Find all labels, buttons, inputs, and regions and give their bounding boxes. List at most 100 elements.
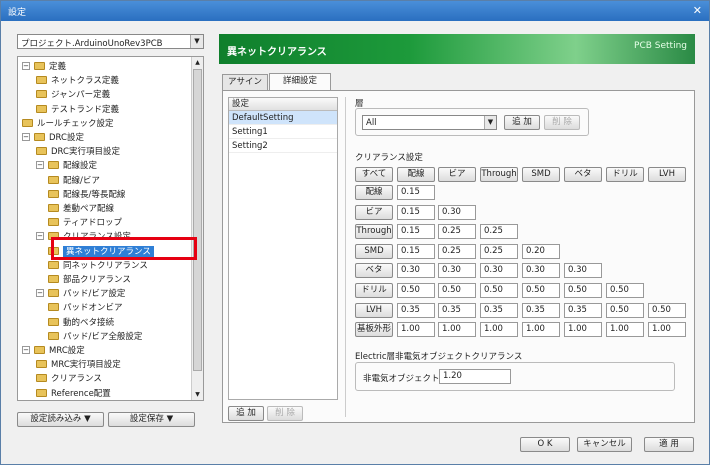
tree-item[interactable]: ティアドロップ	[48, 216, 122, 230]
clearance-cell[interactable]: 0.30	[564, 263, 602, 279]
clearance-cell[interactable]: 0.50	[606, 302, 644, 318]
row-button[interactable]: ベタ	[355, 263, 393, 279]
row-button[interactable]: ドリル	[355, 283, 393, 298]
list-item[interactable]: DefaultSetting	[229, 111, 337, 125]
column-button[interactable]: ドリル	[606, 167, 644, 182]
tree-item[interactable]: − MRC設定	[22, 344, 85, 358]
clearance-cell[interactable]: 0.25	[480, 243, 518, 259]
layer-select[interactable]: All ▼	[362, 115, 497, 130]
clearance-cell[interactable]: 0.25	[438, 243, 476, 259]
clearance-cell[interactable]: 0.50	[480, 283, 518, 298]
tree-item[interactable]: テストランド定義	[36, 103, 119, 117]
clearance-cell[interactable]: 1.00	[522, 322, 560, 338]
clearance-cell[interactable]: 0.25	[438, 224, 476, 240]
add-layer-button[interactable]: 追 加	[504, 115, 540, 130]
clearance-cell[interactable]: 1.00	[564, 322, 602, 338]
collapse-icon[interactable]: −	[22, 62, 30, 70]
tree-item[interactable]: − DRC設定	[22, 131, 84, 145]
clearance-cell[interactable]: 0.35	[397, 302, 435, 318]
row-button[interactable]: 配線	[355, 185, 393, 200]
tree-item[interactable]: Reference配置	[36, 387, 111, 400]
clearance-cell[interactable]: 0.30	[397, 263, 435, 279]
row-button[interactable]: LVH	[355, 302, 393, 318]
clearance-cell[interactable]: 0.15	[397, 243, 435, 259]
clearance-cell[interactable]: 0.30	[480, 263, 518, 279]
scroll-thumb[interactable]	[193, 69, 202, 371]
tree-item[interactable]: 同ネットクリアランス	[48, 259, 148, 273]
clearance-cell[interactable]: 0.20	[522, 243, 560, 259]
column-button[interactable]: ビア	[438, 167, 476, 182]
collapse-icon[interactable]: −	[22, 133, 30, 141]
apply-button[interactable]: 適 用	[644, 437, 694, 452]
tree-item[interactable]: クリアランス	[36, 372, 102, 386]
clearance-cell[interactable]: 0.15	[397, 204, 435, 220]
row-button[interactable]: Through	[355, 224, 393, 240]
close-icon[interactable]: ✕	[693, 4, 702, 17]
delete-setting-button[interactable]: 削 除	[267, 406, 303, 421]
non-electric-field[interactable]: 1.20	[439, 369, 511, 384]
collapse-icon[interactable]: −	[36, 232, 44, 241]
ok-button[interactable]: O K	[520, 437, 570, 452]
clearance-cell[interactable]: 0.15	[397, 224, 435, 240]
tree-item[interactable]: ルールチェック設定	[22, 117, 114, 131]
clearance-cell[interactable]: 0.30	[438, 204, 476, 220]
tree-scrollbar[interactable]: ▲ ▼	[191, 57, 203, 400]
scroll-up-icon[interactable]: ▲	[192, 57, 203, 68]
tree-item[interactable]: 配線/ビア	[48, 174, 100, 188]
tab-detail-settings[interactable]: 詳細設定	[269, 73, 331, 91]
row-button[interactable]: SMD	[355, 243, 393, 259]
clearance-cell[interactable]: 0.30	[522, 263, 560, 279]
clearance-cell[interactable]: 0.50	[564, 283, 602, 298]
clearance-cell[interactable]: 0.35	[480, 302, 518, 318]
tree-item[interactable]: 差動ペア配線	[48, 202, 114, 216]
clearance-cell[interactable]: 0.50	[397, 283, 435, 298]
chevron-down-icon[interactable]: ▼	[190, 35, 203, 48]
clearance-cell[interactable]: 1.00	[480, 322, 518, 338]
tree-item[interactable]: 配線長/等長配線	[48, 188, 125, 202]
tree-item[interactable]: パッド/ビア全般設定	[48, 330, 142, 344]
collapse-icon[interactable]: −	[36, 289, 44, 298]
delete-layer-button[interactable]: 削 除	[544, 115, 580, 130]
clearance-cell[interactable]: 0.15	[397, 185, 435, 200]
tree-item[interactable]: ジャンパー定義	[36, 88, 110, 102]
tree-item[interactable]: − 配線設定	[36, 159, 97, 173]
tree-item[interactable]: パッドオンビア	[48, 301, 123, 315]
chevron-down-icon[interactable]: ▼	[484, 116, 496, 129]
tree-item[interactable]: 部品クリアランス	[48, 273, 131, 287]
clearance-cell[interactable]: 0.50	[606, 283, 644, 298]
collapse-icon[interactable]: −	[22, 346, 30, 354]
column-button[interactable]: 配線	[397, 167, 435, 182]
column-button[interactable]: LVH	[648, 167, 686, 182]
scroll-down-icon[interactable]: ▼	[192, 389, 203, 400]
row-button[interactable]: 基板外形	[355, 322, 393, 338]
tree-item[interactable]: ネットクラス定義	[36, 74, 119, 88]
row-button[interactable]: ビア	[355, 204, 393, 220]
tree-item[interactable]: DRC実行項目設定	[36, 145, 120, 159]
tree-item[interactable]: − パッド/ビア設定	[36, 287, 125, 301]
clearance-cell[interactable]: 0.35	[564, 302, 602, 318]
clearance-cell[interactable]: 0.50	[522, 283, 560, 298]
clearance-cell[interactable]: 0.25	[480, 224, 518, 240]
clearance-cell[interactable]: 1.00	[648, 322, 686, 338]
column-button[interactable]: Through	[480, 167, 518, 182]
project-selector[interactable]: プロジェクト.ArduinoUnoRev3PCB ▼	[17, 34, 204, 49]
list-item[interactable]: Setting2	[229, 139, 337, 153]
clearance-cell[interactable]: 0.35	[438, 302, 476, 318]
column-button[interactable]: SMD	[522, 167, 560, 182]
save-settings-button[interactable]: 設定保存 ▼	[108, 412, 195, 427]
tree-item[interactable]: 動的ベタ接続	[48, 316, 114, 330]
cancel-button[interactable]: キャンセル	[577, 437, 632, 452]
tree-item[interactable]: − 定義	[22, 60, 66, 74]
tree-item[interactable]: MRC実行項目設定	[36, 358, 121, 372]
column-button[interactable]: ベタ	[564, 167, 602, 182]
list-item[interactable]: Setting1	[229, 125, 337, 139]
tab-assign[interactable]: アサイン	[222, 74, 268, 90]
clearance-cell[interactable]: 0.50	[438, 283, 476, 298]
clearance-cell[interactable]: 0.50	[648, 302, 686, 318]
clearance-cell[interactable]: 0.30	[438, 263, 476, 279]
collapse-icon[interactable]: −	[36, 161, 44, 170]
add-setting-button[interactable]: 追 加	[228, 406, 264, 421]
clearance-cell[interactable]: 0.35	[522, 302, 560, 318]
clearance-cell[interactable]: 1.00	[397, 322, 435, 338]
clearance-cell[interactable]: 1.00	[606, 322, 644, 338]
